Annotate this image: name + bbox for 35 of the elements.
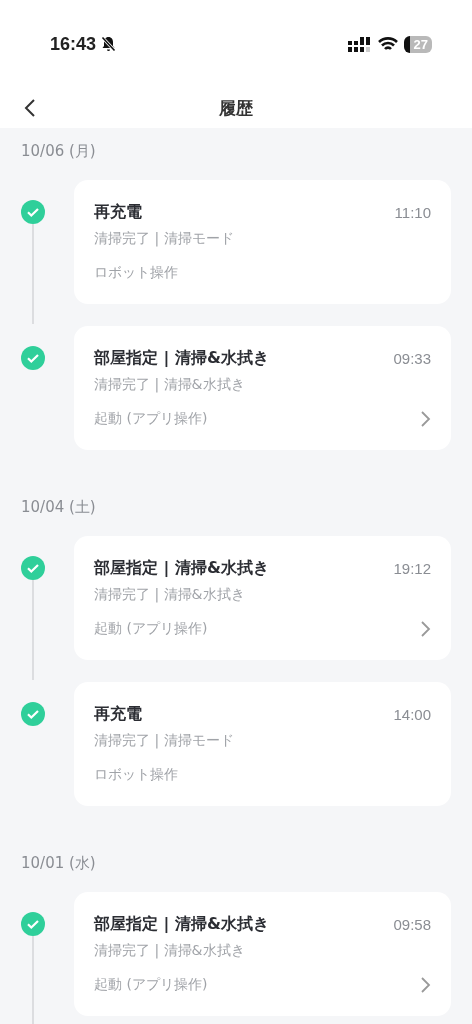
entry-title: 部屋指定 | 清掃&水拭き xyxy=(94,347,269,369)
entry-time: 14:00 xyxy=(393,705,431,723)
history-card[interactable]: 部屋指定 | 清掃&水拭き 19:12 清掃完了 | 清掃&水拭き 起動 (アプリ操作) xyxy=(74,536,451,660)
chevron-icon[interactable] xyxy=(419,620,431,638)
wifi-icon xyxy=(377,36,398,52)
entry-source: ロボット操作 xyxy=(94,264,178,282)
entry-source: ロボット操作 xyxy=(94,766,178,784)
entry-detail: 清掃完了 | 清掃モード xyxy=(94,230,234,246)
entry-time: 11:10 xyxy=(394,203,431,221)
battery-level: 27 xyxy=(403,35,432,53)
date-heading: 10/06 (月) xyxy=(20,141,97,162)
page-title: 履歴 xyxy=(219,96,253,120)
entry-time: 09:58 xyxy=(393,915,431,933)
chevron-icon[interactable] xyxy=(419,976,431,994)
entry-source: 起動 (アプリ操作) xyxy=(94,620,208,638)
date-heading: 10/04 (土) xyxy=(20,497,97,518)
entry-title: 再充電 xyxy=(94,201,142,223)
history-card[interactable]: 部屋指定 | 清掃&水拭き 09:58 清掃完了 | 清掃&水拭き 起動 (アプリ操作) xyxy=(74,892,451,1016)
entry-source: 起動 (アプリ操作) xyxy=(94,410,208,428)
signal-icon xyxy=(347,36,372,52)
entry-title: 部屋指定 | 清掃&水拭き xyxy=(94,913,269,935)
status-time: 16:43 xyxy=(50,33,97,55)
entry-detail: 清掃完了 | 清掃&水拭き xyxy=(94,942,245,958)
chevron-icon[interactable] xyxy=(419,410,431,428)
entry-time: 09:33 xyxy=(393,349,431,367)
history-card[interactable]: 部屋指定 | 清掃&水拭き 09:33 清掃完了 | 清掃&水拭き 起動 (アプリ操作) xyxy=(74,326,451,450)
entry-source: 起動 (アプリ操作) xyxy=(94,976,208,994)
bell-muted-icon xyxy=(101,36,117,52)
entry-detail: 清掃完了 | 清掃モード xyxy=(94,732,234,748)
entry-title: 部屋指定 | 清掃&水拭き xyxy=(94,557,269,579)
entry-time: 19:12 xyxy=(393,559,431,577)
entry-detail: 清掃完了 | 清掃&水拭き xyxy=(94,586,245,602)
date-heading: 10/01 (水) xyxy=(20,853,97,874)
entry-detail: 清掃完了 | 清掃&水拭き xyxy=(94,376,245,392)
entry-title: 再充電 xyxy=(94,703,142,725)
